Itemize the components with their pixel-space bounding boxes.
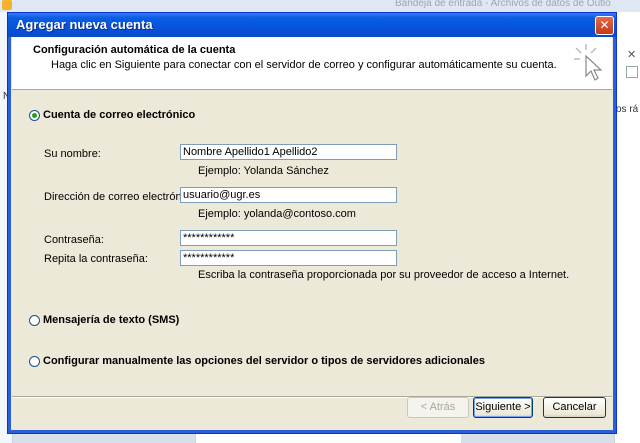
panel-icon[interactable]: [626, 66, 638, 78]
outlook-app-icon: [2, 0, 12, 10]
email-field[interactable]: usuario@ugr.es: [180, 187, 397, 203]
header-subtitle: Haga clic en Siguiente para conectar con…: [51, 59, 557, 71]
header-title: Configuración automática de la cuenta: [33, 44, 236, 56]
email-account-option[interactable]: Cuenta de correo electrónico: [29, 109, 195, 121]
wizard-header: Configuración automática de la cuenta Ha…: [12, 37, 612, 90]
confirm-password-label: Repita la contraseña:: [44, 253, 148, 265]
password-label: Contraseña:: [44, 234, 104, 246]
add-account-dialog: Agregar nueva cuenta ✕ Configuración aut…: [7, 12, 617, 434]
email-hint: Ejemplo: yolanda@contoso.com: [198, 208, 356, 220]
close-icon[interactable]: ✕: [627, 48, 636, 61]
email-account-radio[interactable]: [29, 109, 40, 121]
manual-config-option[interactable]: Configurar manualmente las opciones del …: [29, 355, 485, 367]
wizard-cursor-icon: [574, 44, 603, 81]
name-hint: Ejemplo: Yolanda Sánchez: [198, 165, 329, 177]
sms-option[interactable]: Mensajería de texto (SMS): [29, 314, 179, 326]
confirm-password-field[interactable]: ************: [180, 250, 397, 266]
password-field[interactable]: ************: [180, 230, 397, 246]
manual-config-label: Configurar manualmente las opciones del …: [43, 355, 485, 367]
sms-label: Mensajería de texto (SMS): [43, 314, 180, 326]
cancel-button[interactable]: Cancelar: [543, 397, 606, 418]
dialog-close-button[interactable]: ✕: [595, 16, 614, 35]
back-button[interactable]: < Atrás: [407, 397, 469, 418]
manual-config-radio[interactable]: [29, 355, 40, 367]
name-field[interactable]: Nombre Apellido1 Apellido2: [180, 144, 397, 160]
background-window-title: Bandeja de entrada - Archivos de datos d…: [395, 0, 611, 9]
next-button[interactable]: Siguiente >: [473, 397, 533, 418]
dialog-title: Agregar nueva cuenta: [16, 17, 153, 32]
email-account-label: Cuenta de correo electrónico: [43, 109, 196, 121]
name-label: Su nombre:: [44, 148, 101, 160]
email-label: Dirección de correo electrónico:: [44, 191, 199, 203]
password-hint: Escriba la contraseña proporcionada por …: [198, 269, 570, 281]
dialog-titlebar[interactable]: Agregar nueva cuenta ✕: [8, 13, 616, 37]
sms-radio[interactable]: [29, 314, 40, 326]
background-right-text: os rá: [616, 104, 639, 115]
